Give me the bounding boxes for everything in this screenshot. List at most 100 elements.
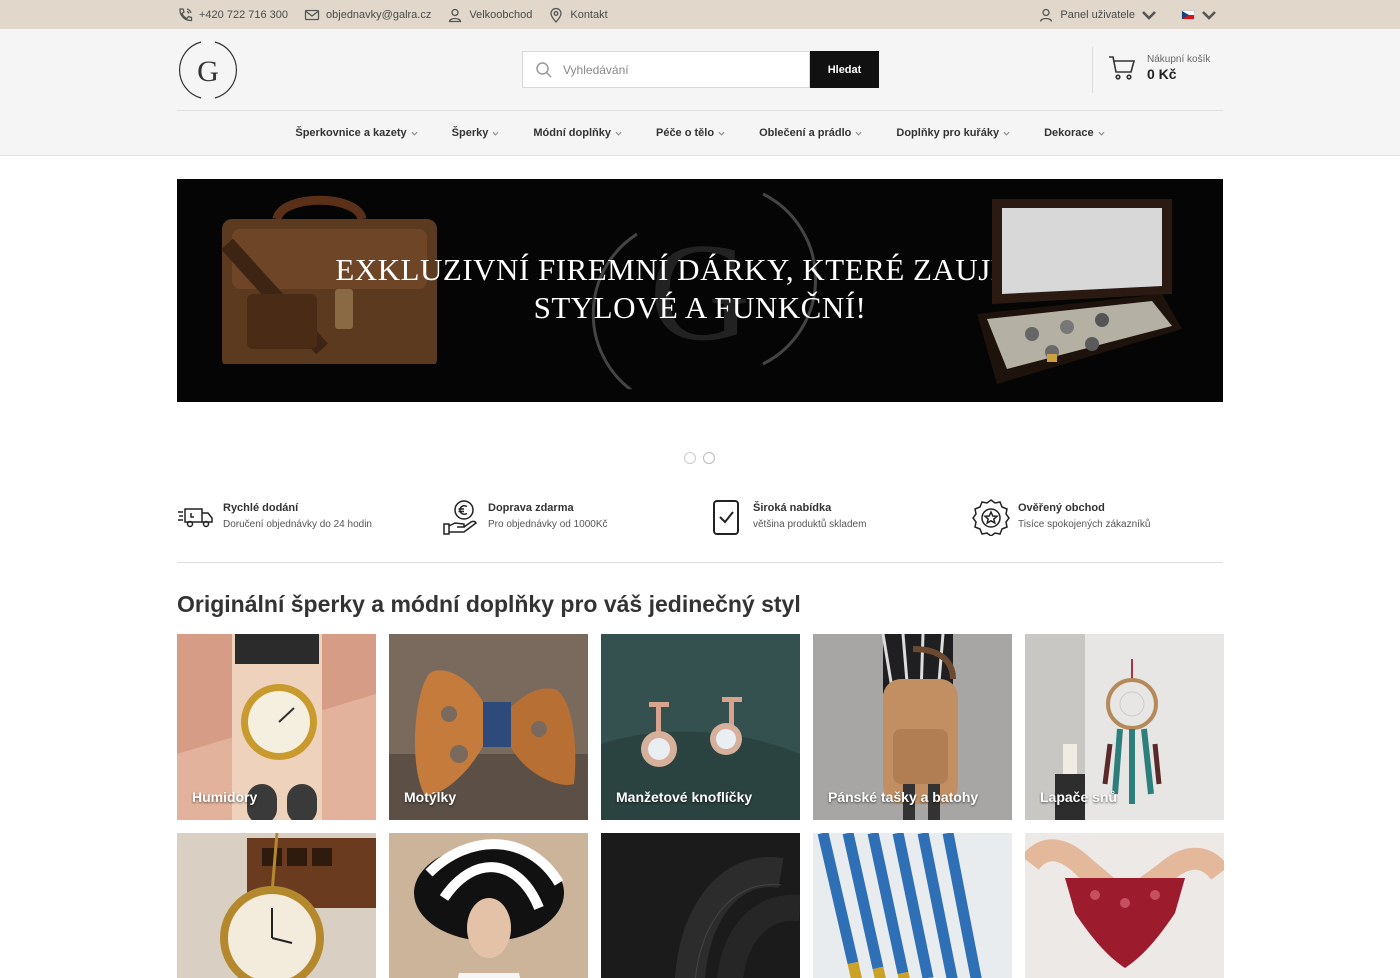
- cart-label: Nákupní košík: [1147, 54, 1211, 65]
- feature-subtitle: Tisíce spokojených zákazníků: [1018, 519, 1151, 530]
- feature-subtitle: Pro objednávky od 1000Kč: [488, 519, 608, 530]
- nav-item-fashion-accessories[interactable]: Módní doplňky: [533, 123, 622, 143]
- chevron-down-icon: [1202, 10, 1216, 20]
- svg-text:G: G: [197, 55, 219, 88]
- nav-item-label: Šperkovnice a kazety: [295, 127, 407, 139]
- category-tile-brushes[interactable]: [813, 833, 1012, 978]
- contact-link[interactable]: Kontakt: [548, 7, 608, 23]
- lingerie-image: [1025, 833, 1224, 978]
- category-tile-cufflinks[interactable]: Manžetové knoflíčky: [601, 634, 800, 820]
- chevron-down-icon: [1142, 10, 1156, 20]
- phone-link[interactable]: +420 722 716 300: [177, 7, 288, 23]
- site-logo[interactable]: G: [177, 39, 239, 101]
- chevron-down-icon: [411, 131, 418, 136]
- section-title: Originální šperky a módní doplňky pro vá…: [177, 591, 801, 617]
- email-text: objednavky@galra.cz: [326, 8, 432, 21]
- category-label: Manžetové knoflíčky: [616, 789, 753, 805]
- wholesale-link[interactable]: Velkoobchod: [447, 7, 532, 23]
- banner-dot-2[interactable]: [703, 452, 715, 464]
- feature-title: Široká nabídka: [753, 502, 832, 514]
- feature-free-shipping: Doprava zdarma Pro objednávky od 1000Kč: [442, 498, 608, 536]
- phone-icon: [179, 7, 193, 21]
- category-tile-belts[interactable]: [601, 833, 800, 978]
- checklist-icon: [713, 500, 739, 535]
- category-tile-dreamcatchers[interactable]: Lapače snů: [1025, 634, 1224, 820]
- czech-flag-icon: [1181, 9, 1195, 20]
- user-panel-text: Panel uživatele: [1060, 8, 1135, 21]
- search-icon: [536, 61, 552, 78]
- feature-verified-shop: Ověřený obchod Tisíce spokojených zákazn…: [972, 498, 1150, 536]
- shopping-cart-icon: [1109, 56, 1136, 80]
- banner-pagination: [684, 452, 722, 464]
- category-label: Pánské tašky a batohy: [828, 789, 979, 805]
- email-link[interactable]: objednavky@galra.cz: [304, 7, 431, 23]
- category-tile-hats[interactable]: [389, 833, 588, 978]
- nav-item-body-care[interactable]: Péče o tělo: [656, 123, 725, 143]
- feature-title: Ověřený obchod: [1018, 502, 1105, 514]
- leather-belt-image: [601, 833, 800, 978]
- search-input[interactable]: [563, 62, 783, 77]
- delivery-truck-icon: [178, 508, 213, 528]
- search-bar: Hledat: [522, 51, 879, 88]
- nav-item-label: Dekorace: [1044, 127, 1094, 139]
- nav-item-smoking-accessories[interactable]: Doplňky pro kuřáky: [896, 123, 1010, 143]
- nav-item-decorations[interactable]: Dekorace: [1044, 123, 1105, 143]
- nav-item-label: Módní doplňky: [533, 127, 611, 139]
- nav-item-jewelry[interactable]: Šperky: [452, 123, 500, 143]
- chevron-down-icon: [855, 131, 862, 136]
- striped-hat-image: [389, 833, 588, 978]
- search-button[interactable]: Hledat: [810, 51, 879, 88]
- chevron-down-icon: [615, 131, 622, 136]
- feature-subtitle: Doručení objednávky do 24 hodin: [223, 519, 372, 530]
- category-tile-pocket-watches[interactable]: [177, 833, 376, 978]
- cart-divider: [1092, 47, 1093, 93]
- nav-item-clothing[interactable]: Oblečení a prádlo: [759, 123, 862, 143]
- hero-banner[interactable]: G EXKLUZIVNÍ FIREMNÍ DÁRKY, KTERÉ ZAUJMO…: [177, 179, 1223, 402]
- contact-text: Kontakt: [570, 8, 608, 21]
- nav-item-label: Oblečení a prádlo: [759, 127, 852, 139]
- search-field: [522, 51, 810, 88]
- category-tile-bow-ties[interactable]: Motýlky: [389, 634, 588, 820]
- chevron-down-icon: [718, 131, 725, 136]
- language-dropdown[interactable]: [1181, 7, 1223, 23]
- chevron-down-icon: [492, 131, 499, 136]
- pocket-watch-image: [177, 833, 376, 978]
- site-header: G Hledat Nákupní košík 0 Kč Šperkovnice …: [0, 29, 1400, 156]
- nav-item-jewelry-boxes[interactable]: Šperkovnice a kazety: [295, 123, 418, 143]
- category-label: Humidory: [192, 789, 258, 805]
- user-icon: [449, 8, 462, 22]
- brushes-image: [813, 833, 1012, 978]
- cart-button[interactable]: Nákupní košík 0 Kč: [1107, 53, 1210, 83]
- watch-box-image: [977, 199, 1182, 384]
- award-badge-icon: [972, 499, 1010, 536]
- feature-subtitle: většina produktů skladem: [753, 519, 867, 530]
- category-tile-lingerie[interactable]: [1025, 833, 1224, 978]
- main-nav: Šperkovnice a kazety Šperky Módní doplňk…: [177, 123, 1223, 143]
- chevron-down-icon: [1003, 131, 1010, 136]
- feature-fast-delivery: Rychlé dodání Doručení objednávky do 24 …: [177, 498, 372, 536]
- user-panel-dropdown[interactable]: Panel uživatele: [1038, 7, 1163, 23]
- user-icon: [1040, 8, 1053, 22]
- feature-title: Doprava zdarma: [488, 502, 574, 514]
- nav-item-label: Péče o tělo: [655, 127, 715, 139]
- features-divider: [177, 562, 1223, 563]
- nav-item-label: Doplňky pro kuřáky: [896, 127, 1000, 139]
- banner-dot-1[interactable]: [684, 452, 696, 464]
- category-label: Lapače snů: [1040, 789, 1118, 805]
- chevron-down-icon: [1098, 131, 1105, 136]
- feature-wide-selection: Široká nabídka většina produktů skladem: [707, 498, 866, 536]
- features-row: Rychlé dodání Doručení objednávky do 24 …: [177, 498, 1223, 544]
- euro-hand-icon: [443, 500, 477, 535]
- envelope-icon: [304, 9, 320, 20]
- phone-text: +420 722 716 300: [199, 8, 289, 21]
- nav-item-label: Šperky: [451, 127, 489, 139]
- location-pin-icon: [550, 7, 563, 23]
- wholesale-text: Velkoobchod: [469, 8, 533, 21]
- header-divider: [177, 110, 1223, 111]
- category-tile-humidors[interactable]: Humidory: [177, 634, 376, 820]
- cart-amount: 0 Kč: [1147, 66, 1177, 82]
- category-tile-mens-bags[interactable]: Pánské tašky a batohy: [813, 634, 1012, 820]
- feature-title: Rychlé dodání: [223, 502, 299, 514]
- top-bar: +420 722 716 300 objednavky@galra.cz Vel…: [0, 0, 1400, 29]
- category-label: Motýlky: [404, 789, 457, 805]
